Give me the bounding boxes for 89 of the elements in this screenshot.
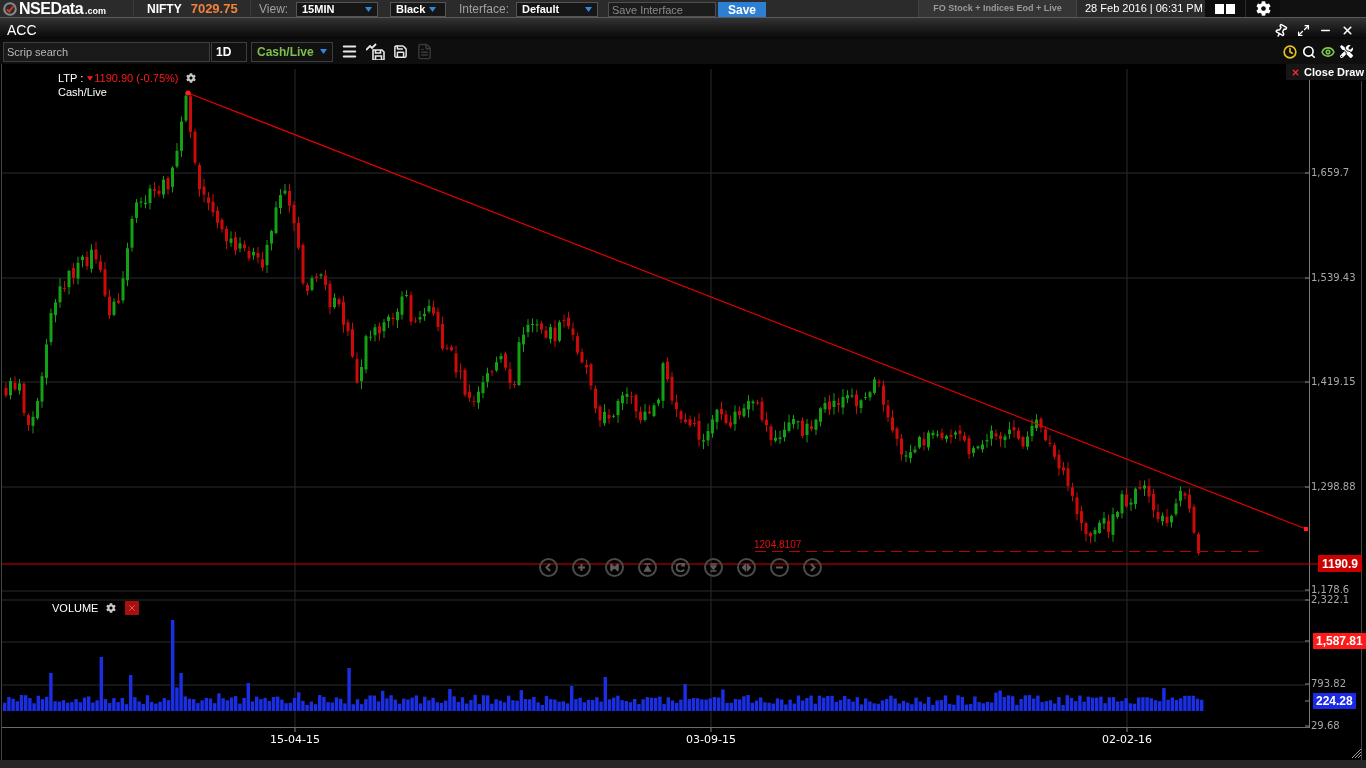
chart-nav-button[interactable]	[703, 557, 723, 577]
axis-value-flag: 224.28	[1313, 693, 1356, 709]
last-price-flag: 1190.9	[1318, 555, 1363, 572]
axis-label: 29.68	[1311, 721, 1340, 731]
tick-mark	[1304, 725, 1310, 727]
tick-mark	[1304, 172, 1310, 174]
save-interface-field[interactable]: Save Interface	[608, 2, 716, 17]
save-button[interactable]: Save	[718, 2, 766, 17]
tick-mark	[710, 726, 712, 733]
axis-label: 03-09-15	[686, 734, 736, 746]
axis-label: 1,419.15	[1311, 377, 1356, 387]
axis-label: 1,298.88	[1311, 482, 1356, 492]
tick-mark	[1304, 599, 1310, 601]
chart-nav-button[interactable]	[736, 557, 756, 577]
clock-icon[interactable]	[1283, 44, 1297, 59]
close-draw-button[interactable]: Close Draw	[1286, 64, 1366, 80]
plus-icon	[576, 562, 586, 572]
gear-icon[interactable]	[106, 603, 117, 613]
caret-icon	[320, 49, 327, 54]
chart-nav-button[interactable]	[604, 557, 624, 577]
bar-triangle-up-icon	[642, 562, 652, 572]
close-icon[interactable]	[1341, 24, 1354, 37]
theme-dropdown[interactable]: Black	[390, 2, 446, 17]
chart-save-icon[interactable]	[366, 43, 385, 60]
chart-nav-button[interactable]	[670, 557, 690, 577]
tick-mark	[1304, 486, 1310, 488]
interface-label: Interface:	[459, 2, 510, 15]
series-label: Cash/Live	[58, 86, 108, 98]
axis-label: 1,178.6	[1311, 585, 1350, 595]
chart-nav-button[interactable]	[637, 557, 657, 577]
columns-icon	[1215, 3, 1235, 14]
axis-label: 1,539.43	[1311, 273, 1356, 283]
refresh-icon	[675, 562, 685, 572]
axis-label: 2,322.1	[1311, 595, 1350, 605]
settings-button[interactable]	[1245, 0, 1280, 17]
gear-icon[interactable]	[186, 73, 197, 83]
date-time: 28 Feb 2016 | 06:31 PM	[1084, 1, 1204, 16]
resize-grip-icon[interactable]	[1352, 749, 1361, 758]
window-title: ACC	[7, 22, 37, 37]
axis-label: 1,659.7	[1311, 168, 1350, 178]
tick-mark	[1304, 640, 1310, 642]
index-value: 7029.75	[190, 2, 238, 15]
period-button[interactable]: 1D	[211, 41, 247, 62]
eye-icon[interactable]	[1321, 44, 1335, 59]
chart-nav-button[interactable]	[802, 557, 822, 577]
close-icon	[1291, 67, 1301, 77]
caret-icon	[429, 7, 437, 12]
tick-mark	[294, 726, 296, 733]
remove-indicator-button[interactable]	[125, 601, 140, 615]
ltp-label: LTP :	[58, 72, 84, 84]
inward-arrows-icon	[609, 562, 619, 572]
chevron-left-icon	[543, 562, 553, 572]
chart-nav-button[interactable]	[571, 557, 591, 577]
axis-label: 02-02-16	[1102, 734, 1152, 746]
expand-icon[interactable]	[1297, 24, 1310, 37]
chart-nav-button[interactable]	[538, 557, 558, 577]
close-icon	[127, 603, 138, 613]
level-label: 1204.8107	[754, 539, 802, 550]
menu-icon[interactable]	[341, 43, 358, 60]
bar-triangle-down-icon	[708, 562, 718, 572]
axis-value-flag: 1,587.81	[1313, 633, 1366, 649]
layout-button[interactable]	[1205, 0, 1245, 17]
chevron-right-icon	[807, 562, 817, 572]
logo-suffix: .com	[85, 6, 107, 16]
feed-status: FO Stock + Indices Eod + Live	[918, 0, 1077, 17]
logo-icon	[3, 1, 17, 16]
axis-label: 15-04-15	[270, 734, 320, 746]
outward-arrows-icon	[741, 562, 751, 572]
tick-mark	[1126, 726, 1128, 733]
logo-text: NSEData	[19, 0, 84, 17]
scrip-search-field[interactable]: Scrip search	[3, 41, 210, 62]
interface-dropdown[interactable]: Default	[516, 2, 598, 17]
tick-mark	[1304, 700, 1310, 702]
tick-mark	[1304, 277, 1310, 279]
tick-mark	[1304, 381, 1310, 383]
tick-mark	[1304, 589, 1310, 591]
caret-icon	[365, 7, 372, 12]
index-name: NIFTY	[147, 2, 182, 15]
segment-dropdown[interactable]: Cash/Live	[251, 41, 333, 62]
tick-mark	[1304, 683, 1310, 685]
tools-icon[interactable]	[1340, 45, 1353, 58]
search-icon[interactable]	[1302, 44, 1316, 59]
gear-icon	[1255, 1, 1271, 16]
volume-title: VOLUME	[52, 602, 99, 614]
ltp-change: 1190.90 (-0.75%)	[94, 72, 179, 84]
axis-label: 793.82	[1311, 679, 1346, 689]
view-label: View:	[259, 2, 289, 15]
caret-icon	[585, 7, 592, 12]
view-dropdown[interactable]: 15MIN	[296, 2, 378, 17]
